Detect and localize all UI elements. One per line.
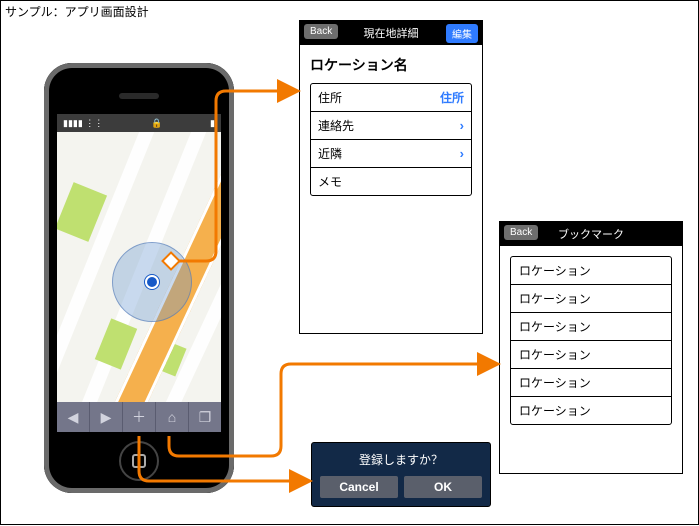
detail-row[interactable]: 連絡先 ›	[311, 112, 471, 140]
bookmark-item[interactable]: ロケーション	[511, 369, 671, 397]
bookmark-item[interactable]: ロケーション	[511, 313, 671, 341]
page-title: サンプル：アプリ画面設計	[5, 3, 149, 20]
detail-row[interactable]: 近隣 ›	[311, 140, 471, 168]
row-label: 連絡先	[318, 117, 354, 134]
phone-toolbar: ◀ ▶ ＋ ⌂ ❐	[57, 402, 221, 432]
bookmark-item[interactable]: ロケーション	[511, 257, 671, 285]
bookmark-item[interactable]: ロケーション	[511, 285, 671, 313]
map-area[interactable]	[57, 132, 221, 402]
signal-icon: ▮▮▮▮ ⋮⋮	[63, 118, 103, 129]
confirm-dialog: 登録しますか？ Cancel OK	[311, 442, 491, 507]
lock-icon: 🔒	[151, 118, 162, 129]
back-button[interactable]: Back	[504, 225, 538, 240]
phone-mockup: ▮▮▮▮ ⋮⋮ 🔒 ▮ ◀ ▶ ＋ ⌂ ❐	[44, 63, 234, 493]
cancel-button[interactable]: Cancel	[320, 476, 398, 498]
location-detail-panel: Back 現在地詳細 編集 ロケーション名 住所 住所連絡先 › 近隣 › メモ	[299, 20, 483, 334]
nav-back-button[interactable]: ◀	[57, 402, 90, 432]
detail-row[interactable]: メモ	[311, 168, 471, 195]
add-button[interactable]: ＋	[123, 402, 156, 432]
row-label: 近隣	[318, 145, 342, 162]
home-button[interactable]	[119, 441, 159, 481]
detail-header: Back 現在地詳細 編集	[300, 21, 482, 45]
current-location-dot-icon	[145, 275, 159, 289]
chevron-right-icon: ›	[460, 146, 464, 161]
tabs-button[interactable]: ❐	[189, 402, 221, 432]
bookmarks-button[interactable]: ⌂	[156, 402, 189, 432]
row-value: 住所	[440, 89, 464, 106]
nav-forward-button[interactable]: ▶	[90, 402, 123, 432]
ok-button[interactable]: OK	[404, 476, 482, 498]
row-label: 住所	[318, 89, 342, 106]
dialog-message: 登録しますか？	[320, 451, 482, 468]
bookmark-item[interactable]: ロケーション	[511, 341, 671, 369]
battery-icon: ▮	[210, 118, 215, 129]
bookmark-panel: Back ブックマーク ロケーションロケーションロケーションロケーションロケーシ…	[499, 221, 683, 474]
chevron-right-icon: ›	[460, 118, 464, 133]
bookmark-header: Back ブックマーク	[500, 222, 682, 246]
detail-title: 現在地詳細	[364, 25, 419, 41]
bookmark-title: ブックマーク	[558, 226, 624, 242]
back-button[interactable]: Back	[304, 24, 338, 39]
phone-screen: ▮▮▮▮ ⋮⋮ 🔒 ▮ ◀ ▶ ＋ ⌂ ❐	[56, 113, 222, 433]
phone-speaker	[119, 93, 159, 99]
location-name-heading: ロケーション名	[310, 55, 472, 75]
bookmark-item[interactable]: ロケーション	[511, 397, 671, 424]
edit-button[interactable]: 編集	[446, 24, 478, 43]
status-bar: ▮▮▮▮ ⋮⋮ 🔒 ▮	[57, 114, 221, 132]
detail-row[interactable]: 住所 住所	[311, 84, 471, 112]
row-label: メモ	[318, 173, 342, 190]
